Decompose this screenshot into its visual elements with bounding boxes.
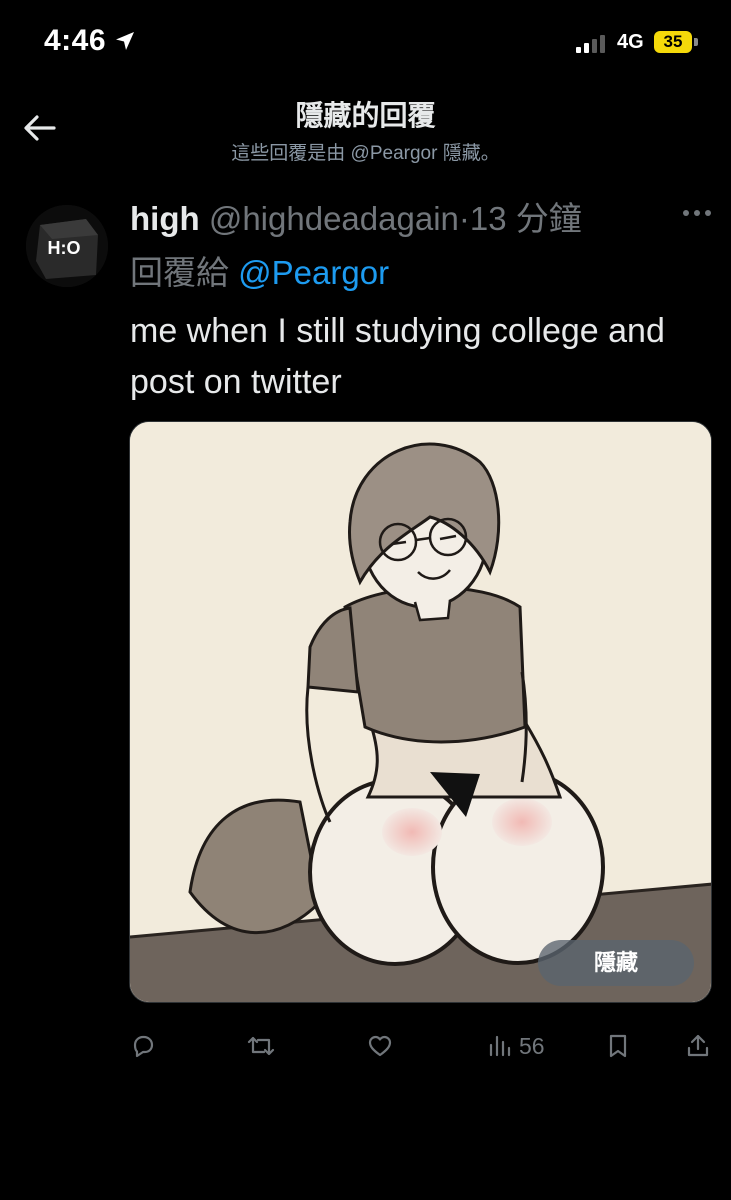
dot-separator: ·	[458, 200, 470, 237]
network-label: 4G	[617, 31, 644, 53]
tweet-media-image[interactable]	[129, 421, 712, 1003]
avatar-logo-text: H:O	[48, 238, 81, 258]
tweet-action-bar: 56	[0, 1026, 731, 1066]
views-button[interactable]: 56	[487, 1026, 545, 1066]
status-time: 4:46	[44, 24, 107, 57]
reply-button[interactable]	[130, 1026, 156, 1066]
battery-tip	[694, 38, 698, 46]
views-icon	[489, 1035, 511, 1057]
status-bar: 4:46 4G 35	[0, 0, 731, 80]
location-arrow-icon	[116, 32, 134, 50]
page-subtitle: 這些回覆是由 @Peargor 隱藏。	[231, 143, 500, 164]
retweet-icon	[247, 1036, 275, 1056]
avatar[interactable]: H:O	[26, 205, 108, 287]
tweet-text: me when I still studying college and pos…	[130, 312, 665, 401]
views-count: 56	[519, 1032, 545, 1059]
reply-prefix: 回覆給	[130, 254, 229, 291]
tweet-time[interactable]: 13 分鐘	[470, 200, 582, 237]
share-button[interactable]	[685, 1026, 711, 1066]
share-icon	[687, 1034, 709, 1057]
hide-media-button[interactable]: 隱藏	[538, 940, 694, 986]
battery-indicator: 35	[654, 31, 692, 53]
retweet-button[interactable]	[246, 1026, 276, 1066]
more-options-icon[interactable]	[680, 196, 714, 230]
like-icon	[368, 1035, 392, 1057]
reply-icon	[133, 1035, 154, 1058]
like-button[interactable]	[367, 1026, 393, 1066]
user-handle[interactable]: @highdeadagain	[209, 200, 459, 237]
tweet-header: high @highdeadagain·13 分鐘	[130, 192, 582, 240]
reply-context: 回覆給 @Peargor	[130, 246, 389, 294]
bookmark-icon	[609, 1034, 627, 1058]
display-name[interactable]: high	[130, 200, 200, 237]
page-title: 隱藏的回覆	[295, 100, 436, 131]
media-illustration	[130, 422, 711, 1002]
bookmark-button[interactable]	[606, 1026, 630, 1066]
reply-mention-link[interactable]: @Peargor	[238, 254, 389, 291]
signal-bars-icon	[576, 35, 605, 53]
